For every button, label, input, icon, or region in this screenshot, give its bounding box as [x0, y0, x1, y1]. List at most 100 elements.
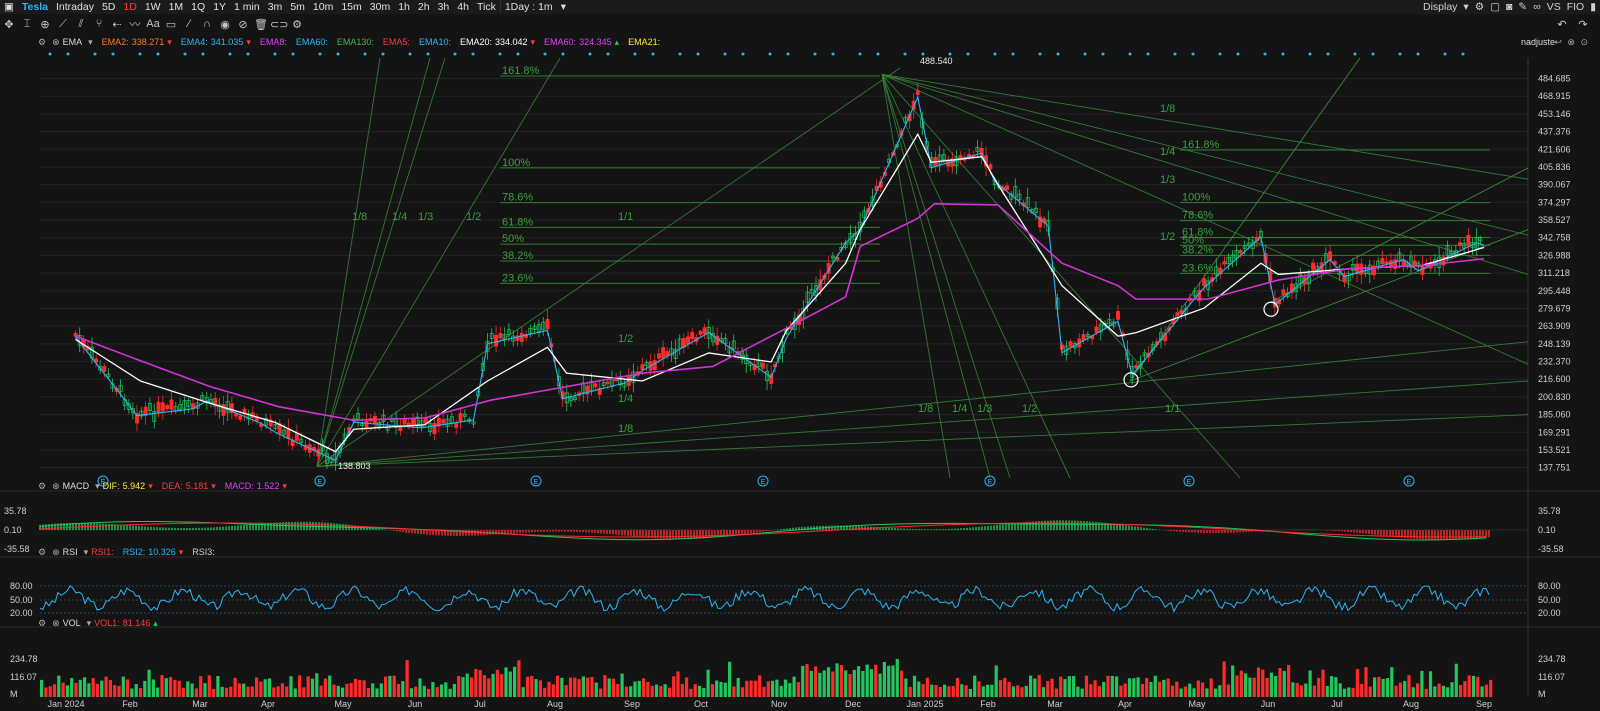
volume-bar [508, 671, 512, 697]
candle [1134, 364, 1139, 369]
volume-bar [951, 685, 955, 697]
volume-bar [48, 686, 52, 697]
x-axis-label: Jan 2025 [906, 699, 943, 709]
volume-bar [556, 675, 560, 697]
volume-bar [323, 678, 327, 697]
volume-bar [1231, 665, 1235, 697]
vol-name[interactable]: VOL [63, 618, 81, 628]
volume-bar [160, 675, 164, 697]
event-dot [561, 52, 565, 56]
volume-bar [199, 676, 203, 697]
volume-bar [491, 673, 495, 697]
volume-bar [809, 670, 813, 697]
volume-bar [1304, 683, 1308, 697]
y-tick-label: 358.527 [1538, 215, 1571, 225]
volume-bar [461, 677, 465, 697]
x-axis-label: Oct [694, 699, 709, 709]
candle [698, 330, 703, 335]
y-tick-label: 421.606 [1538, 144, 1571, 154]
volume-bar [538, 680, 542, 697]
settings-icon[interactable]: ⚙ [38, 481, 46, 492]
volume-bar [629, 686, 633, 697]
volume-bar [272, 687, 276, 697]
volume-bar [848, 674, 852, 697]
volume-bar [607, 678, 611, 697]
y-tick-label: 295.448 [1538, 286, 1571, 296]
rsi-name[interactable]: RSI [63, 547, 78, 557]
volume-bar [1175, 681, 1179, 697]
volume-bar [345, 683, 349, 697]
x-axis-label: Mar [1047, 699, 1063, 709]
chevron-down-icon[interactable]: ▾ [84, 547, 89, 558]
volume-bar [409, 688, 413, 697]
volume-bar [306, 676, 310, 697]
event-dot [1038, 52, 1042, 56]
volume-bar [805, 664, 809, 697]
close-icon[interactable]: ⊗ [52, 481, 60, 492]
volume-bar [891, 665, 895, 697]
macd-name[interactable]: MACD [63, 481, 90, 491]
volume-bar [1364, 667, 1368, 697]
x-axis-label: May [1188, 699, 1206, 709]
y-tick-label: 390.067 [1538, 180, 1571, 190]
volume-bar [1295, 683, 1299, 697]
candle [102, 366, 107, 372]
volume-bar [164, 678, 168, 697]
fan-ratio-label: 1/3 [977, 403, 992, 415]
volume-bar [1398, 682, 1402, 697]
volume-bar [1170, 685, 1175, 697]
volume-bar [134, 684, 138, 697]
event-dot [1461, 52, 1465, 56]
volume-bar [955, 677, 960, 697]
close-icon[interactable]: ⊗ [52, 618, 60, 629]
macd-value: 1.522 [256, 481, 280, 491]
candle [545, 318, 550, 330]
volume-bar [1140, 683, 1144, 697]
event-dot [516, 52, 520, 56]
event-dot [1281, 52, 1285, 56]
volume-bar [723, 682, 727, 697]
candle [1281, 289, 1286, 296]
fan-ratio-label: 1/1 [1165, 403, 1180, 415]
macd-y-tick: 0.10 [1538, 525, 1556, 535]
volume-bar [1463, 681, 1467, 697]
rsi-line [39, 584, 1490, 613]
dif-value: 5.942 [122, 481, 146, 491]
volume-bar [968, 688, 972, 697]
event-dot [111, 52, 115, 56]
event-dot [381, 52, 385, 56]
volume-bar [1136, 677, 1140, 697]
volume-bar [1119, 685, 1123, 697]
event-dot [1101, 52, 1105, 56]
x-axis-label: May [334, 699, 352, 709]
event-dot [426, 52, 430, 56]
volume-bar [1248, 677, 1252, 697]
price-chart[interactable]: 484.685 468.915 453.146 437.376 421.606 405.8… [0, 0, 1600, 711]
volume-bar [874, 664, 878, 697]
y-tick-label: 137.751 [1538, 463, 1571, 473]
chevron-down-icon[interactable]: ▾ [95, 481, 100, 492]
fan-ratio-label: 1/8 [352, 211, 367, 223]
volume-bar [710, 684, 714, 697]
close-icon[interactable]: ⊗ [52, 547, 60, 558]
volume-bar [947, 686, 951, 697]
volume-bar [594, 682, 598, 697]
volume-bar [1338, 683, 1342, 697]
volume-bar [736, 677, 740, 697]
volume-bar [534, 679, 538, 697]
volume-bar [1201, 682, 1205, 697]
macd-y-tick: 35.78 [1538, 506, 1561, 516]
volume-bar [852, 669, 856, 697]
volume-bar [177, 680, 181, 697]
volume-bar [95, 683, 100, 697]
y-tick-label: 200.830 [1538, 392, 1571, 402]
chevron-down-icon[interactable]: ▾ [87, 618, 92, 629]
volume-bar [143, 680, 147, 697]
candle [519, 332, 524, 342]
vol-y-tick-left: 234.78 [10, 654, 38, 664]
settings-icon[interactable]: ⚙ [38, 618, 46, 629]
volume-bar [650, 685, 654, 697]
volume-bar [1299, 685, 1304, 697]
event-dot [156, 52, 160, 56]
settings-icon[interactable]: ⚙ [38, 547, 46, 558]
